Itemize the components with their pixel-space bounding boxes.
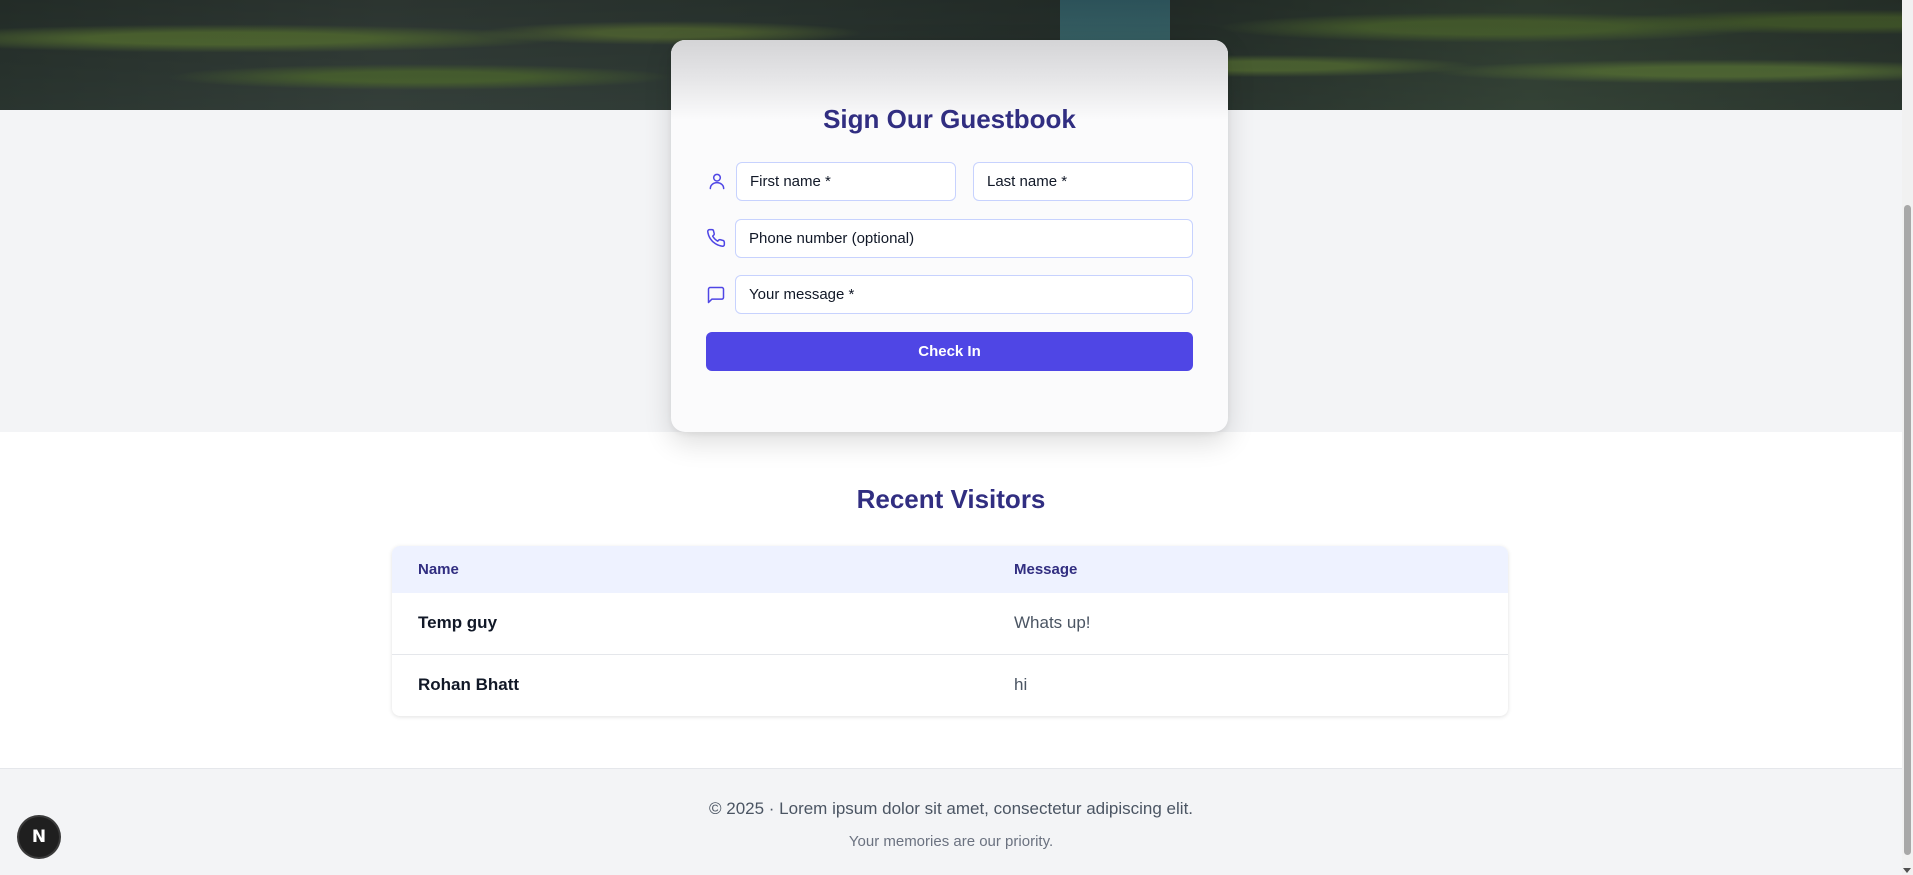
table-header: Name Message	[392, 546, 1508, 593]
scroll-down-arrow-icon[interactable]	[1903, 868, 1911, 873]
phone-input[interactable]	[735, 219, 1193, 258]
user-icon	[706, 170, 728, 192]
footer: © 2025 · Lorem ipsum dolor sit amet, con…	[0, 768, 1902, 875]
recent-visitors-title: Recent Visitors	[856, 484, 1046, 514]
hero-water-detail	[1060, 0, 1170, 40]
last-name-input[interactable]	[973, 162, 1193, 201]
page-scrollbar[interactable]	[1902, 0, 1913, 875]
message-input[interactable]	[735, 275, 1193, 314]
nextjs-dev-badge[interactable]: N	[19, 817, 59, 857]
footer-copyright: © 2025 · Lorem ipsum dolor sit amet, con…	[708, 799, 1194, 818]
column-header-message: Message	[1014, 561, 1078, 578]
visitor-message: Whats up!	[1014, 613, 1091, 632]
footer-tagline: Your memories are our priority.	[848, 833, 1054, 850]
scrollbar-thumb[interactable]	[1904, 205, 1911, 855]
phone-icon	[705, 227, 727, 249]
visitor-name: Rohan Bhatt	[418, 675, 520, 694]
table-row: Rohan Bhatt hi	[392, 654, 1508, 716]
visitors-table: Name Message Temp guy Whats up! Rohan Bh…	[392, 546, 1508, 716]
column-header-name: Name	[418, 561, 459, 578]
visitor-message: hi	[1014, 675, 1028, 694]
message-icon	[705, 284, 727, 306]
check-in-button[interactable]: Check In	[706, 332, 1193, 371]
first-name-input[interactable]	[736, 162, 956, 201]
nextjs-logo-icon: N	[31, 827, 47, 847]
table-row: Temp guy Whats up!	[392, 593, 1508, 655]
visitor-name: Temp guy	[418, 613, 498, 632]
guestbook-title: Sign Our Guestbook	[823, 104, 1076, 134]
